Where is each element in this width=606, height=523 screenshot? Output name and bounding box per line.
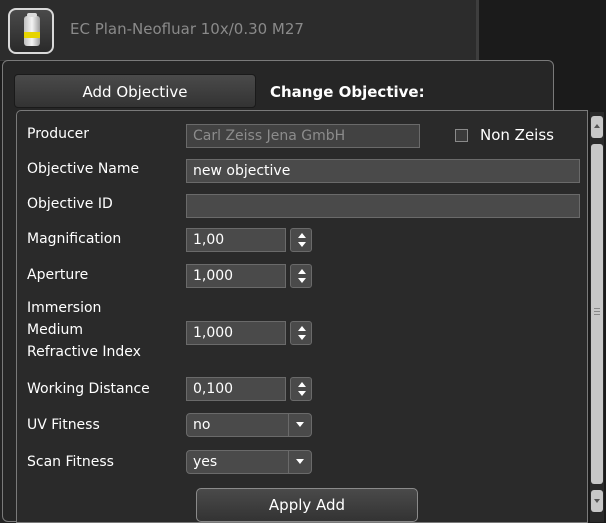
scroll-thumb[interactable] [591, 144, 603, 484]
non-zeiss-checkbox[interactable] [455, 129, 468, 142]
add-objective-button[interactable]: Add Objective [14, 74, 256, 108]
objective-title: EC Plan-Neofluar 10x/0.30 M27 [70, 20, 304, 38]
apply-add-button[interactable]: Apply Add [196, 488, 418, 522]
immersion-label: Immersion Medium Refractive Index [27, 297, 141, 363]
working-distance-label: Working Distance [27, 381, 150, 397]
uv-fitness-label: UV Fitness [27, 417, 100, 433]
aperture-input[interactable]: 1,000 [186, 264, 286, 288]
magnification-spinner[interactable] [290, 228, 312, 252]
scan-fitness-label: Scan Fitness [27, 454, 114, 470]
objective-lens-icon[interactable] [8, 8, 54, 54]
aperture-label: Aperture [27, 267, 89, 283]
immersion-spinner[interactable] [290, 321, 312, 345]
immersion-label-line3: Refractive Index [27, 344, 141, 360]
scan-fitness-value: yes [193, 454, 218, 470]
non-zeiss-label[interactable]: Non Zeiss [480, 126, 554, 144]
scan-fitness-select[interactable]: yes [186, 450, 312, 474]
producer-field: Carl Zeiss Jena GmbH [186, 124, 420, 148]
chevron-down-icon[interactable] [288, 451, 311, 473]
immersion-label-line2: Medium [27, 322, 83, 338]
scroll-up-arrow-icon[interactable] [591, 116, 603, 138]
immersion-input[interactable]: 1,000 [186, 321, 286, 345]
objective-name-input[interactable]: new objective [186, 159, 580, 183]
change-objective-tab[interactable]: Change Objective: [270, 83, 425, 101]
producer-label: Producer [27, 126, 90, 142]
immersion-label-line1: Immersion [27, 300, 102, 316]
objective-id-label: Objective ID [27, 196, 113, 212]
chevron-down-icon[interactable] [288, 414, 311, 436]
aperture-spinner[interactable] [290, 264, 312, 288]
working-distance-input[interactable]: 0,100 [186, 377, 286, 401]
form-scrollbar[interactable] [590, 112, 604, 522]
uv-fitness-value: no [193, 417, 211, 433]
working-distance-spinner[interactable] [290, 377, 312, 401]
magnification-label: Magnification [27, 231, 122, 247]
objective-bar: EC Plan-Neofluar 10x/0.30 M27 [0, 0, 476, 61]
objective-name-label: Objective Name [27, 161, 140, 177]
uv-fitness-select[interactable]: no [186, 413, 312, 437]
scroll-down-arrow-icon[interactable] [591, 490, 603, 512]
objective-id-input[interactable] [186, 194, 580, 218]
magnification-input[interactable]: 1,00 [186, 228, 286, 252]
